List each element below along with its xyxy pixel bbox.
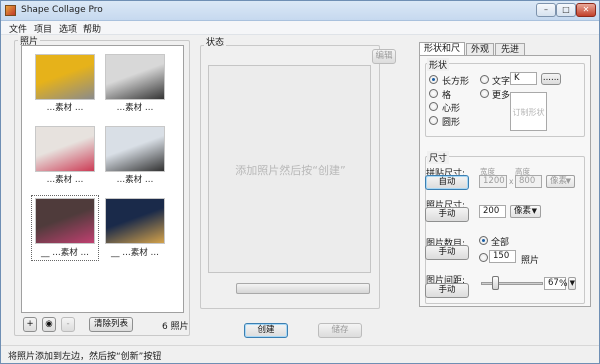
count-all-label: 全部 bbox=[491, 238, 510, 248]
status-preview: 添加照片然后按“创建” bbox=[208, 65, 371, 273]
photo-caption: …素材 … bbox=[116, 175, 154, 185]
shape-heart-label: 心形 bbox=[442, 104, 461, 114]
shape-circle-label: 圆形 bbox=[442, 118, 461, 128]
save-button[interactable]: 储存 bbox=[318, 323, 362, 338]
menu-help[interactable]: 帮助 bbox=[83, 22, 101, 35]
add-photo-button[interactable]: + bbox=[23, 317, 37, 332]
app-window: Shape Collage Pro – □ ✕ 文件 项目 选项 帮助 照片 …… bbox=[0, 0, 600, 364]
shape-grid-label: 格 bbox=[442, 91, 452, 101]
edit-button[interactable]: 编辑 bbox=[372, 49, 396, 64]
progress-bar bbox=[236, 283, 370, 294]
photo-size-unit-select[interactable]: 像素 ▼ bbox=[510, 205, 541, 218]
photo-caption: …素材 … bbox=[46, 103, 84, 113]
shape-rectangle-label: 长方形 bbox=[442, 77, 470, 87]
status-bar-text: 将照片添加到左边，然后按“创新”按钮 bbox=[8, 352, 162, 362]
photo-thumbnail[interactable] bbox=[105, 198, 165, 244]
status-bar: 将照片添加到左边，然后按“创新”按钮 bbox=[1, 345, 599, 363]
count-custom-radio[interactable] bbox=[479, 253, 488, 262]
photo-caption: …素材 … bbox=[116, 103, 154, 113]
custom-shape-preview[interactable]: 订制形状 bbox=[510, 92, 547, 131]
collage-size-auto-button[interactable]: 自动 bbox=[425, 175, 469, 190]
times-sign: x bbox=[509, 177, 514, 186]
plus-icon: + bbox=[26, 319, 34, 329]
remove-photo-button[interactable]: - bbox=[61, 317, 75, 332]
photo-caption: …素材 … bbox=[46, 175, 84, 185]
shape-text-radio[interactable] bbox=[480, 75, 489, 84]
chevron-down-icon: ▼ bbox=[565, 177, 571, 185]
spacing-slider-track[interactable] bbox=[481, 282, 543, 285]
collage-unit-select[interactable]: 像素 ▼ bbox=[546, 175, 575, 188]
spacing-slider-handle[interactable] bbox=[492, 276, 499, 290]
collage-height-input[interactable]: 800 bbox=[515, 175, 542, 188]
photo-caption: __ …素材 … bbox=[41, 248, 89, 258]
photo-thumbnail[interactable] bbox=[35, 198, 95, 244]
count-all-radio[interactable] bbox=[479, 236, 488, 245]
maximize-button[interactable]: □ bbox=[556, 3, 576, 17]
app-icon bbox=[5, 5, 16, 16]
size-group-label: 尺寸 bbox=[427, 151, 450, 164]
shape-text-input[interactable]: K bbox=[510, 72, 537, 85]
photo-count: 6 照片 bbox=[162, 322, 189, 332]
photo-count-manual-button[interactable]: 手动 bbox=[425, 245, 469, 260]
add-web-photo-button[interactable]: ◉ bbox=[42, 317, 56, 332]
status-hint: 添加照片然后按“创建” bbox=[235, 164, 346, 177]
globe-icon: ◉ bbox=[45, 319, 53, 329]
title-bar: Shape Collage Pro – □ ✕ bbox=[1, 1, 599, 21]
chevron-down-icon: ▼ bbox=[569, 279, 575, 287]
photo-thumbnail[interactable] bbox=[35, 126, 95, 172]
shape-group-label: 形状 bbox=[427, 58, 450, 71]
photo-thumbnail[interactable] bbox=[35, 54, 95, 100]
photo-thumbnail[interactable] bbox=[105, 54, 165, 100]
status-group-label: 状态 bbox=[204, 35, 227, 48]
menu-bar: 文件 项目 选项 帮助 bbox=[1, 21, 599, 35]
window-title: Shape Collage Pro bbox=[21, 5, 103, 15]
spacing-manual-button[interactable]: 手动 bbox=[425, 283, 469, 298]
shape-text-label: 文字 bbox=[492, 77, 511, 87]
create-button[interactable]: 创建 bbox=[244, 323, 288, 338]
close-button[interactable]: ✕ bbox=[576, 3, 596, 17]
photo-count-unit: 照片 bbox=[521, 256, 540, 266]
photo-size-manual-button[interactable]: 手动 bbox=[425, 207, 469, 222]
shape-circle-radio[interactable] bbox=[429, 116, 438, 125]
photo-list[interactable]: …素材 … …素材 … …素材 … …素材 … __ …素材 … __ …素材 … bbox=[21, 45, 184, 313]
font-picker-button[interactable]: ...... bbox=[541, 73, 561, 85]
menu-options[interactable]: 选项 bbox=[59, 22, 77, 35]
tab-shape-size[interactable]: 形状和尺寸 bbox=[419, 42, 465, 66]
shape-rectangle-radio[interactable] bbox=[429, 75, 438, 84]
collage-width-input[interactable]: 1200 bbox=[479, 175, 507, 188]
chevron-down-icon: ▼ bbox=[531, 207, 537, 215]
shape-heart-radio[interactable] bbox=[429, 102, 438, 111]
minimize-button[interactable]: – bbox=[536, 3, 556, 17]
minus-icon: - bbox=[66, 319, 70, 329]
photo-caption: __ …素材 … bbox=[111, 248, 159, 258]
shape-more-radio[interactable] bbox=[480, 89, 489, 98]
photo-size-unit-value: 像素 bbox=[514, 206, 532, 216]
photo-size-input[interactable]: 200 bbox=[479, 205, 506, 218]
photo-count-input[interactable]: 150 bbox=[489, 250, 516, 263]
clear-list-button[interactable]: 清除列表 bbox=[89, 317, 133, 332]
shape-grid-radio[interactable] bbox=[429, 89, 438, 98]
collage-unit-value: 像素 bbox=[550, 176, 568, 186]
shape-more-label: 更多 bbox=[492, 91, 511, 101]
spacing-unit: % bbox=[559, 279, 568, 289]
spacing-spinner[interactable]: ▼ bbox=[568, 277, 576, 290]
photo-thumbnail[interactable] bbox=[105, 126, 165, 172]
